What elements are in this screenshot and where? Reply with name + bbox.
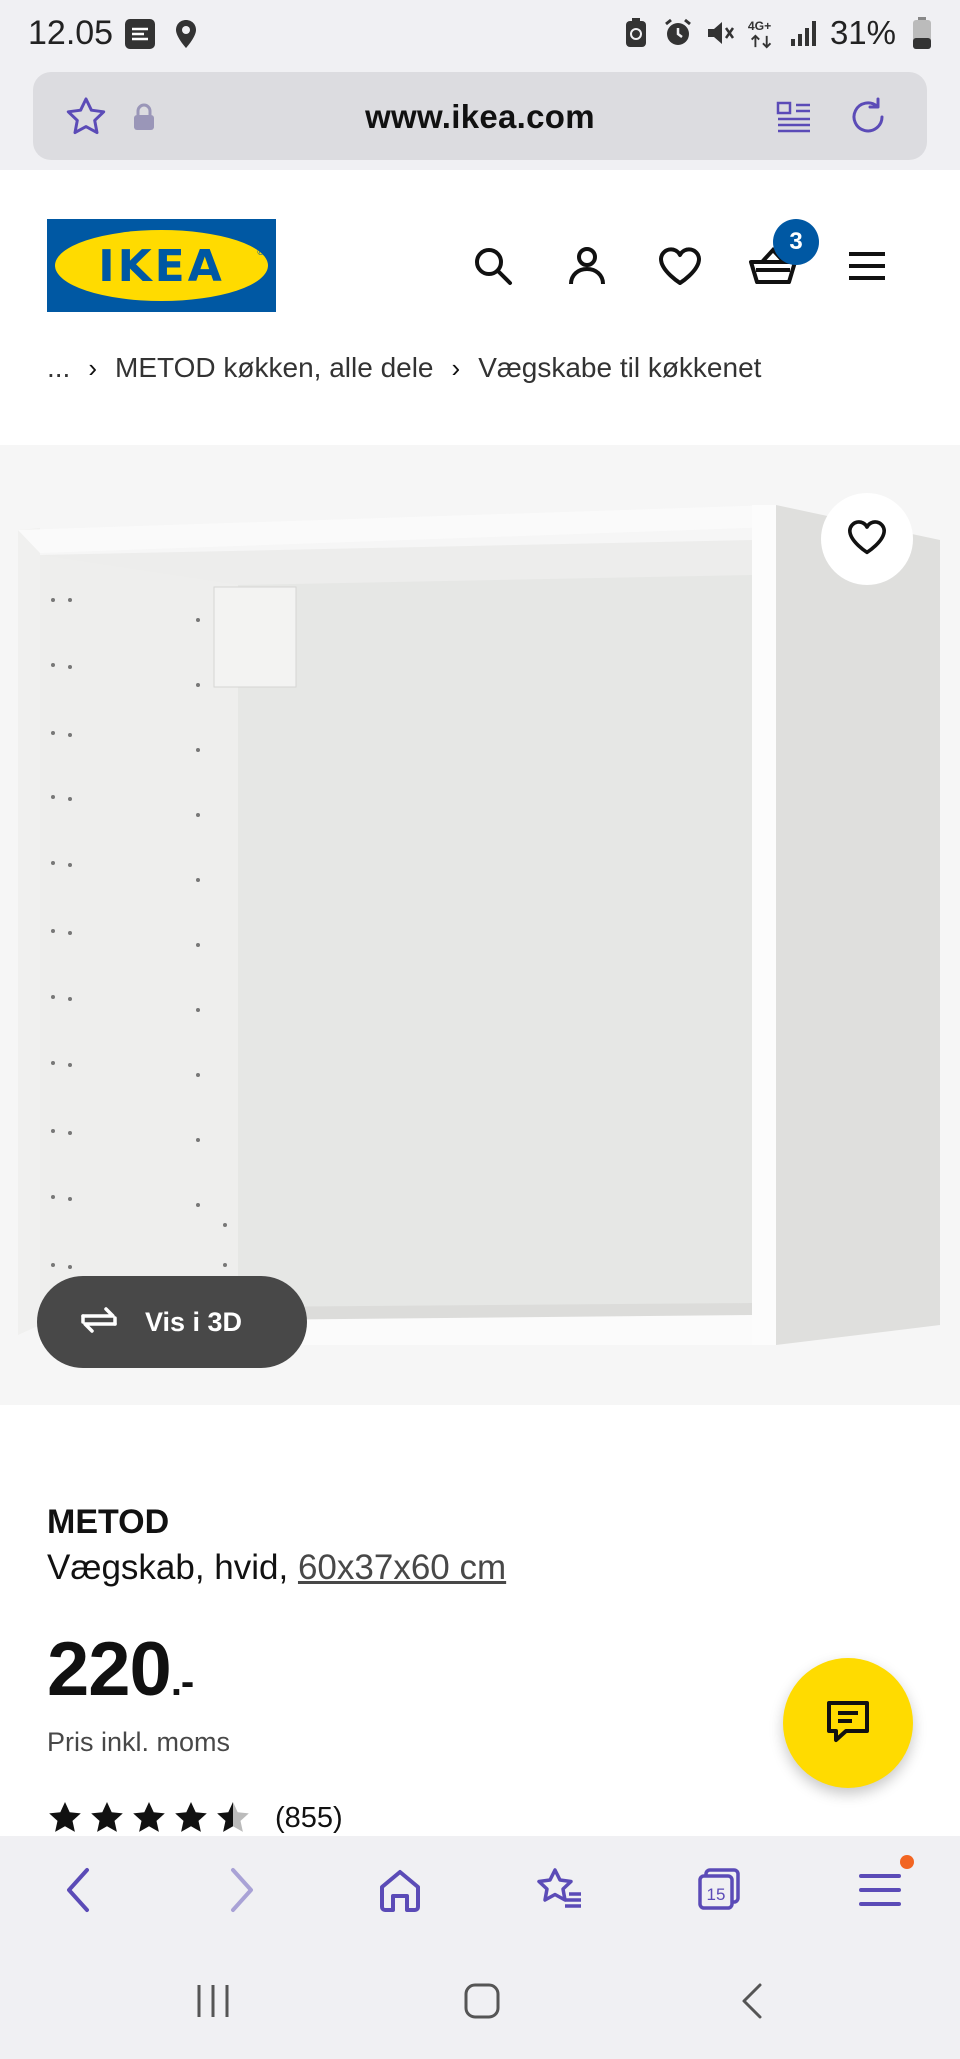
- price-integer: 220: [47, 1627, 172, 1712]
- rotate-3d-icon: [75, 1304, 123, 1341]
- cabinet-illustration: [0, 445, 960, 1405]
- battery-percent: 31%: [829, 14, 896, 51]
- view-in-3d-button[interactable]: Vis i 3D: [37, 1276, 307, 1368]
- back-icon[interactable]: [48, 1860, 108, 1920]
- home-icon[interactable]: [370, 1860, 430, 1920]
- bookmarks-icon[interactable]: [530, 1860, 590, 1920]
- price-note: Pris inkl. moms: [47, 1727, 231, 1757]
- view-in-3d-label: Vis i 3D: [145, 1306, 243, 1337]
- breadcrumb: ... › METOD køkken, alle dele › Vægskabe…: [47, 352, 761, 384]
- logo-registered-mark: ®: [257, 247, 264, 257]
- url-bar[interactable]: www.ikea.com: [33, 72, 927, 160]
- breadcrumb-item-ellipsis[interactable]: ...: [47, 352, 70, 384]
- chevron-right-icon: ›: [451, 352, 461, 383]
- product-type: Vægskab, hvid,: [47, 1548, 298, 1587]
- product-dimensions-link[interactable]: 60x37x60 cm: [298, 1548, 506, 1587]
- data-saver-icon: [124, 18, 156, 50]
- chevron-right-icon: ›: [88, 352, 98, 383]
- status-bar: 12.05 4G+ 31%: [0, 0, 960, 70]
- ikea-logo[interactable]: IKEA ®: [47, 219, 276, 312]
- star-half-icon: [217, 1802, 249, 1832]
- add-to-wishlist-button[interactable]: [821, 493, 913, 585]
- recent-apps-icon[interactable]: [183, 1976, 243, 2026]
- product-description: Vægskab, hvid, 60x37x60 cm: [47, 1548, 506, 1588]
- star-full-icon: [49, 1802, 81, 1832]
- browser-url-bar-area: www.ikea.com: [0, 70, 960, 170]
- chat-icon: [824, 1698, 872, 1749]
- reload-icon[interactable]: [845, 94, 891, 140]
- svg-text:4G+: 4G+: [748, 19, 771, 33]
- logo-text: IKEA: [98, 241, 225, 292]
- price-suffix: .-: [170, 1660, 194, 1704]
- tabs-count: 15: [707, 1885, 726, 1904]
- review-count[interactable]: (855): [275, 1802, 343, 1835]
- menu-icon[interactable]: [850, 1860, 910, 1920]
- heart-icon: [846, 518, 888, 561]
- browser-toolbar: 15: [0, 1836, 960, 1946]
- product-name: METOD: [47, 1503, 170, 1541]
- system-navigation-bar: [0, 1946, 960, 2059]
- breadcrumb-item-wall-cabinets[interactable]: Vægskabe til køkkenet: [478, 352, 761, 384]
- star-full-icon: [91, 1802, 123, 1832]
- alarm-icon: [662, 17, 694, 49]
- location-icon: [170, 18, 202, 50]
- hamburger-menu-icon[interactable]: [842, 241, 892, 291]
- battery-saver-icon: [620, 17, 652, 49]
- back-nav-icon[interactable]: [722, 1976, 782, 2026]
- wishlist-icon[interactable]: [655, 241, 705, 291]
- star-full-icon: [133, 1802, 165, 1832]
- account-icon[interactable]: [562, 241, 612, 291]
- forward-icon[interactable]: [212, 1860, 272, 1920]
- battery-icon: [906, 17, 938, 49]
- notification-dot: [900, 1855, 914, 1869]
- network-4g-icon: 4G+: [746, 17, 778, 49]
- product-rating[interactable]: (855): [47, 1800, 343, 1836]
- status-time: 12.05: [28, 14, 114, 52]
- tabs-icon[interactable]: 15: [690, 1860, 750, 1920]
- home-nav-icon[interactable]: [452, 1976, 512, 2026]
- product-image[interactable]: [0, 445, 960, 1405]
- star-full-icon: [175, 1802, 207, 1832]
- reader-mode-icon[interactable]: [771, 94, 817, 140]
- chat-button[interactable]: [783, 1658, 913, 1788]
- product-price: 220.-: [47, 1626, 194, 1713]
- breadcrumb-item-metod[interactable]: METOD køkken, alle dele: [115, 352, 434, 384]
- search-icon[interactable]: [468, 241, 518, 291]
- mute-icon: [704, 17, 736, 49]
- signal-icon: [788, 17, 820, 49]
- cart-count-badge: 3: [773, 219, 819, 265]
